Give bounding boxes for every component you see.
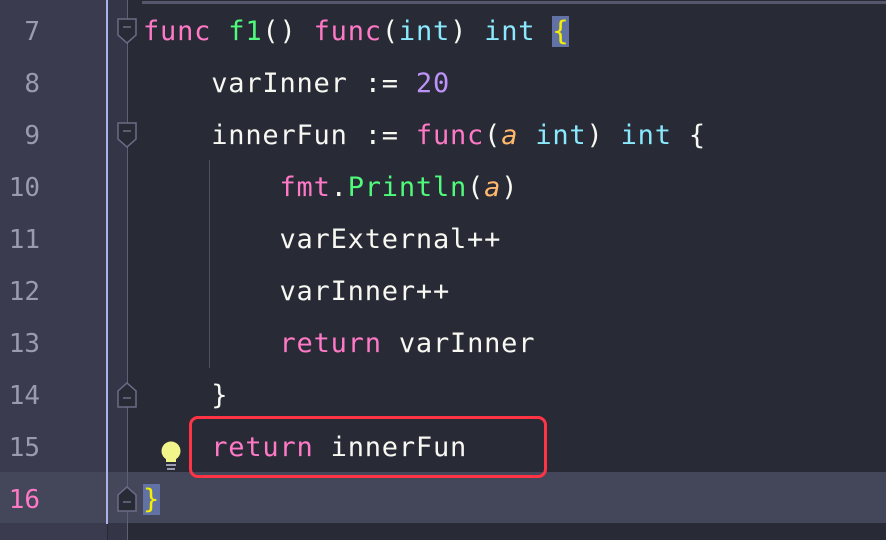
line-number: 8 (24, 69, 40, 99)
code-token: a (501, 120, 519, 151)
code-token: 20 (415, 68, 451, 99)
code-text: } (143, 370, 228, 422)
code-token: } (143, 380, 229, 411)
code-text: varInner++ (143, 266, 450, 318)
code-token: int (398, 16, 451, 47)
fold-collapse-icon[interactable] (117, 122, 137, 149)
code-token: int (535, 120, 587, 151)
code-token: ( (381, 16, 399, 47)
code-text: } (143, 474, 161, 526)
line-number: 7 (24, 17, 40, 47)
code-token: { (552, 16, 570, 47)
code-token: func (143, 16, 212, 47)
annotation-highlight-box (189, 416, 547, 478)
code-token: varInner (381, 328, 536, 359)
code-token: . (330, 172, 348, 203)
line-number: 16 (8, 485, 40, 515)
code-token: fmt (279, 172, 331, 203)
line-number: 9 (24, 121, 40, 151)
fold-collapse-icon[interactable] (117, 18, 137, 45)
line-number: 14 (8, 381, 40, 411)
code-text: return varInner (143, 318, 535, 370)
code-token: } (143, 484, 161, 515)
code-text: innerFun := func(a int) int { (143, 110, 706, 162)
code-token: { (671, 120, 706, 151)
code-token: ) (501, 172, 519, 203)
lightbulb-icon[interactable] (158, 440, 184, 476)
fold-end-icon[interactable] (117, 485, 137, 512)
line-number: 11 (8, 225, 40, 255)
code-token: Println (347, 172, 468, 203)
code-line[interactable]: 11 varExternal++ (0, 214, 886, 266)
top-separator (142, 1, 886, 4)
code-line[interactable]: 10 fmt.Println(a) (0, 162, 886, 214)
code-token: ) (450, 16, 485, 47)
code-token: int (484, 16, 536, 47)
code-token: () (262, 16, 314, 47)
code-text: varInner := 20 (143, 58, 450, 110)
code-token: return (279, 328, 382, 359)
code-token: varInner++ (143, 276, 450, 307)
code-line[interactable]: 12 varInner++ (0, 266, 886, 318)
code-token: varExternal++ (143, 224, 502, 255)
code-line[interactable]: 8 varInner := 20 (0, 58, 886, 110)
code-token: func (415, 120, 485, 151)
line-number: 12 (8, 277, 40, 307)
code-token: innerFun := (143, 120, 416, 151)
code-text: fmt.Println(a) (143, 162, 518, 214)
line-number: 10 (8, 173, 40, 203)
line-number: 15 (8, 433, 40, 463)
code-text: varExternal++ (143, 214, 501, 266)
line-number: 13 (8, 329, 40, 359)
code-text: func f1() func(int) int { (143, 6, 570, 58)
code-token: ( (467, 172, 485, 203)
code-token: varInner := (143, 68, 416, 99)
code-token: ( (484, 120, 502, 151)
code-token: a (484, 172, 502, 203)
code-line[interactable]: 13 return varInner (0, 318, 886, 370)
code-token: f1 (228, 16, 263, 47)
code-token: int (620, 120, 672, 151)
fold-end-icon[interactable] (117, 381, 137, 408)
code-token: ) (586, 120, 621, 151)
code-token: func (313, 16, 382, 47)
